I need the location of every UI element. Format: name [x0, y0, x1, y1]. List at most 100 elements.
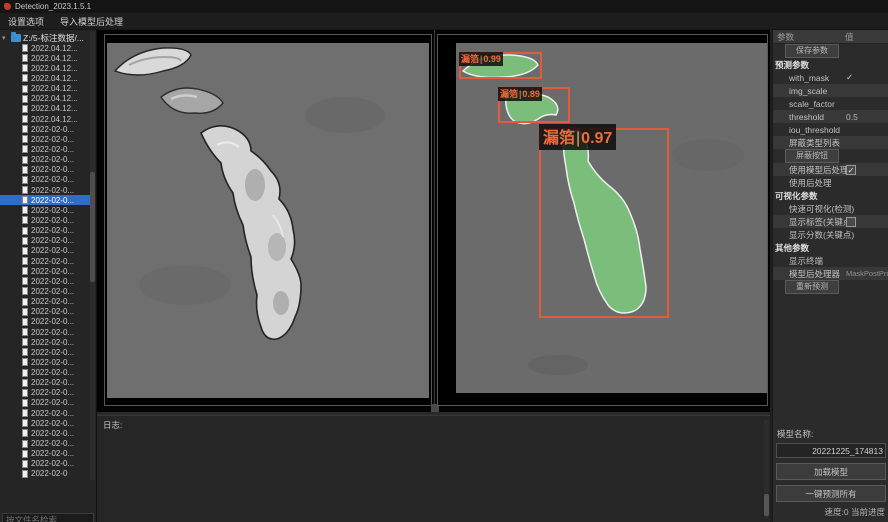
- parameter-value[interactable]: ✓: [846, 165, 856, 175]
- predict-all-button[interactable]: 一键预测所有: [776, 485, 886, 502]
- tree-file-item[interactable]: 2022-02-0...: [0, 347, 90, 357]
- parameter-value[interactable]: 0.5: [846, 112, 858, 122]
- tree-file-item[interactable]: 2022-02-0...: [0, 388, 90, 398]
- menu-item-settings[interactable]: 设置选项: [8, 15, 44, 28]
- parameter-row[interactable]: 显示分数(关键点): [773, 228, 888, 241]
- log-panel[interactable]: 日志:: [97, 415, 770, 522]
- parameter-row[interactable]: 显示终端: [773, 254, 888, 267]
- parameter-row[interactable]: 使用模型后处理 ✓: [773, 163, 888, 176]
- tree-file-item[interactable]: 2022.04.12...: [0, 104, 90, 114]
- tree-file-item[interactable]: 2022-02-0...: [0, 428, 90, 438]
- tree-file-item[interactable]: 2022-02-0...: [0, 357, 90, 367]
- tree-file-item[interactable]: 2022-02-0...: [0, 286, 90, 296]
- tree-file-item[interactable]: 2022-02-0...: [0, 226, 90, 236]
- parameter-value[interactable]: ✓: [846, 72, 853, 83]
- file-icon: [22, 44, 28, 52]
- parameter-row[interactable]: iou_threshold: [773, 123, 888, 136]
- parameter-label: 使用后处理: [789, 177, 832, 189]
- tree-file-label: 2022-02-0...: [31, 186, 74, 195]
- tree-file-label: 2022-02-0...: [31, 236, 74, 245]
- tree-file-item[interactable]: 2022-02-0...: [0, 144, 90, 154]
- tree-file-item[interactable]: 2022-02-0...: [0, 205, 90, 215]
- value-column-header: 值: [845, 31, 854, 43]
- tree-file-item[interactable]: 2022-02-0...: [0, 246, 90, 256]
- tree-file-item[interactable]: 2022-02-0...: [0, 368, 90, 378]
- tree-file-item[interactable]: 2022.04.12...: [0, 63, 90, 73]
- tree-scrollbar[interactable]: [90, 32, 95, 480]
- parameter-row[interactable]: 模型后处理器 MaskPostPro: [773, 267, 888, 280]
- tree-file-item[interactable]: 2022.04.12...: [0, 84, 90, 94]
- prediction-image-view[interactable]: 漏箔|0.99 漏箔|0.89 漏箔|0.97: [437, 34, 768, 406]
- tree-file-item[interactable]: 2022-02-0...: [0, 398, 90, 408]
- tree-file-item[interactable]: 2022-02-0...: [0, 337, 90, 347]
- parameter-row[interactable]: 屏蔽类型列表: [773, 136, 888, 149]
- tree-file-label: 2022-02-0...: [31, 459, 74, 468]
- log-scrollbar[interactable]: [764, 420, 769, 518]
- tree-file-item[interactable]: 2022-02-0...: [0, 438, 90, 448]
- model-name-field[interactable]: 20221225_174813: [776, 443, 886, 458]
- parameter-row[interactable]: 快速可视化(检测): [773, 202, 888, 215]
- tree-file-item[interactable]: 2022-02-0...: [0, 276, 90, 286]
- parameter-label: scale_factor: [789, 99, 835, 109]
- parameter-row[interactable]: 使用后处理: [773, 176, 888, 189]
- title-bar: Detection_2023.1.5.1: [0, 0, 888, 13]
- parameter-row[interactable]: 可视化参数: [773, 189, 888, 202]
- parameter-value[interactable]: MaskPostPro: [846, 269, 888, 278]
- tree-file-item[interactable]: 2022-02-0...: [0, 195, 90, 205]
- tree-file-item[interactable]: 2022-02-0: [0, 469, 90, 479]
- tree-file-label: 2022.04.12...: [31, 84, 78, 93]
- tree-file-item[interactable]: 2022-02-0...: [0, 256, 90, 266]
- tree-file-item[interactable]: 2022-02-0...: [0, 307, 90, 317]
- parameter-row[interactable]: 预测参数: [773, 58, 888, 71]
- tree-file-item[interactable]: 2022-02-0...: [0, 215, 90, 225]
- parameter-row[interactable]: img_scale: [773, 84, 888, 97]
- parameter-row[interactable]: 显示标签(关键点): [773, 215, 888, 228]
- tree-file-item[interactable]: 2022-02-0...: [0, 459, 90, 469]
- parameter-row[interactable]: 保存参数: [773, 44, 888, 58]
- parameter-row[interactable]: 屏蔽按钮: [773, 149, 888, 163]
- progress-text: 速度:0 当前进度: [773, 506, 888, 518]
- tree-file-item[interactable]: 2022-02-0...: [0, 408, 90, 418]
- tree-file-item[interactable]: 2022-02-0...: [0, 449, 90, 459]
- param-column-header: 参数: [773, 31, 845, 43]
- file-icon: [22, 379, 28, 387]
- file-icon: [22, 227, 28, 235]
- log-scrollbar-thumb[interactable]: [764, 494, 769, 516]
- chevron-down-icon[interactable]: ▾: [2, 34, 9, 42]
- search-input[interactable]: [2, 513, 94, 522]
- tree-file-item[interactable]: 2022-02-0...: [0, 297, 90, 307]
- tree-file-item[interactable]: 2022-02-0...: [0, 266, 90, 276]
- parameter-row[interactable]: threshold 0.5: [773, 110, 888, 123]
- original-image-view[interactable]: [104, 34, 432, 406]
- tree-file-item[interactable]: 2022-02-0...: [0, 327, 90, 337]
- parameter-label: threshold: [789, 112, 824, 122]
- parameter-row[interactable]: 重新预测: [773, 280, 888, 294]
- tree-root-folder[interactable]: ▾ Z:/5-标注数据/...: [0, 32, 90, 43]
- tree-file-item[interactable]: 2022-02-0...: [0, 185, 90, 195]
- parameter-value[interactable]: [846, 217, 856, 227]
- load-model-button[interactable]: 加载模型: [776, 463, 886, 480]
- tree-file-item[interactable]: 2022.04.12...: [0, 94, 90, 104]
- tree-file-item[interactable]: 2022-02-0...: [0, 134, 90, 144]
- tree-file-item[interactable]: 2022-02-0...: [0, 317, 90, 327]
- tree-scrollbar-thumb[interactable]: [90, 172, 95, 282]
- parameter-row[interactable]: 其他参数: [773, 241, 888, 254]
- tree-file-item[interactable]: 2022-02-0...: [0, 236, 90, 246]
- image-splitter[interactable]: [434, 30, 435, 412]
- tree-file-item[interactable]: 2022-02-0...: [0, 378, 90, 388]
- parameter-row[interactable]: with_mask ✓: [773, 71, 888, 84]
- tree-file-label: 2022-02-0...: [31, 419, 74, 428]
- tree-file-item[interactable]: 2022-02-0...: [0, 175, 90, 185]
- tree-file-item[interactable]: 2022-02-0...: [0, 155, 90, 165]
- file-tree[interactable]: ▾ Z:/5-标注数据/... 2022.04.12... 2022.04.12…: [0, 32, 90, 480]
- tree-file-item[interactable]: 2022.04.12...: [0, 73, 90, 83]
- tree-file-item[interactable]: 2022.04.12...: [0, 53, 90, 63]
- tree-file-item[interactable]: 2022.04.12...: [0, 43, 90, 53]
- tree-file-item[interactable]: 2022-02-0...: [0, 165, 90, 175]
- tree-file-item[interactable]: 2022.04.12...: [0, 114, 90, 124]
- parameter-table-header: 参数 值: [773, 30, 888, 44]
- parameter-row[interactable]: scale_factor: [773, 97, 888, 110]
- tree-file-item[interactable]: 2022-02-0...: [0, 418, 90, 428]
- tree-file-item[interactable]: 2022-02-0...: [0, 124, 90, 134]
- menu-item-import-postprocess[interactable]: 导入模型后处理: [60, 15, 123, 28]
